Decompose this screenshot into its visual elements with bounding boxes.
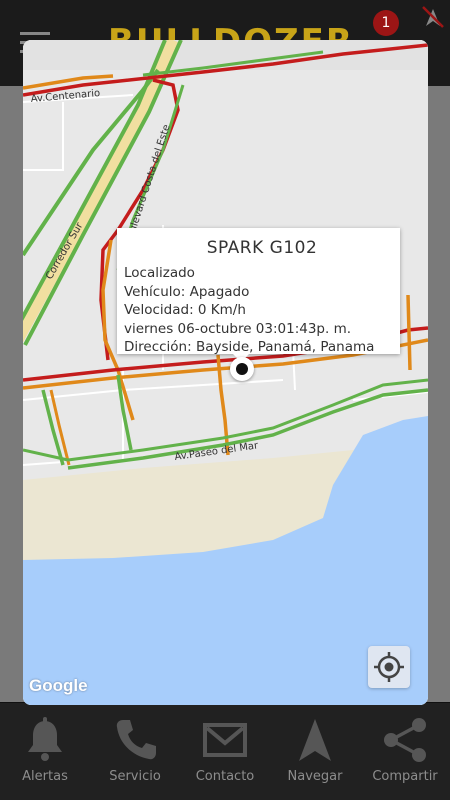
nav-label-contacto: Contacto [195, 769, 255, 784]
popup-timestamp-line: viernes 06-octubre 03:01:43p. m. [124, 320, 352, 337]
bottom-nav: Alertas Servicio Contacto Navegar Compar… [0, 703, 450, 800]
nav-navegar[interactable]: Navegar [270, 703, 360, 800]
popup-address-line: Dirección: Bayside, Panamá, Panama [124, 339, 375, 355]
popup-vehicle-state-line: Vehículo: Apagado [124, 283, 250, 300]
my-location-button[interactable] [368, 646, 410, 688]
nav-label-alertas: Alertas [22, 769, 68, 784]
vehicle-info-popup[interactable]: SPARK G102 Localizado Vehículo: Apagado … [117, 228, 400, 355]
navigate-icon [299, 719, 331, 761]
map-view[interactable]: Av.Centenario Corredor Sur Boulevard Cos… [23, 40, 428, 705]
popup-speed-line: Velocidad: 0 Km/h [124, 302, 246, 318]
nav-compartir[interactable]: Compartir [360, 703, 450, 800]
nav-contacto[interactable]: Contacto [180, 703, 270, 800]
phone-icon [116, 720, 156, 760]
nav-alertas[interactable]: Alertas [0, 703, 90, 800]
vehicle-marker[interactable] [230, 357, 254, 381]
google-attribution: Google [29, 676, 88, 695]
nav-label-servicio: Servicio [109, 769, 161, 784]
share-icon [384, 718, 426, 762]
crosshair-icon [374, 652, 404, 682]
nav-label-navegar: Navegar [287, 769, 343, 784]
notification-badge[interactable]: 1 [373, 10, 399, 36]
bell-icon [28, 717, 62, 761]
nav-servicio[interactable]: Servicio [90, 703, 180, 800]
mail-icon [203, 723, 247, 757]
map-canvas[interactable]: Av.Centenario Corredor Sur Boulevard Cos… [23, 40, 428, 705]
nav-label-compartir: Compartir [372, 769, 438, 784]
vehicle-name: SPARK G102 [206, 238, 318, 258]
popup-status-line: Localizado [124, 265, 195, 281]
no-signal-icon [422, 6, 444, 28]
